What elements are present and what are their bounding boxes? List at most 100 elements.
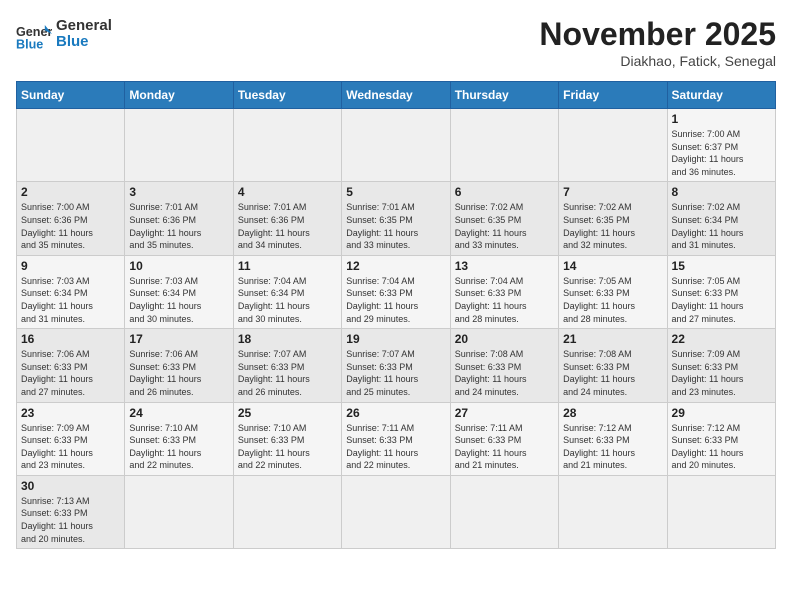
day-info: Sunrise: 7:03 AM Sunset: 6:34 PM Dayligh… — [129, 275, 228, 325]
day-header-thursday: Thursday — [450, 82, 558, 109]
calendar-cell: 25 Sunrise: 7:10 AM Sunset: 6:33 PM Dayli… — [233, 402, 341, 475]
day-number: 15 — [672, 259, 771, 273]
calendar-week-6: 30 Sunrise: 7:13 AM Sunset: 6:33 PM Dayli… — [17, 475, 776, 548]
calendar-cell: 5Sunrise: 7:01 AM Sunset: 6:35 PM Daylig… — [342, 182, 450, 255]
calendar-cell: 26Sunrise: 7:11 AM Sunset: 6:33 PM Dayli… — [342, 402, 450, 475]
day-info: Sunrise: 7:01 AM Sunset: 6:36 PM Dayligh… — [238, 201, 337, 251]
day-info: Sunrise: 7:12 AM Sunset: 6:33 PM Dayligh… — [672, 422, 771, 472]
day-info: Sunrise: 7:05 AM Sunset: 6:33 PM Dayligh… — [563, 275, 662, 325]
day-info: Sunrise: 7:05 AM Sunset: 6:33 PM Dayligh… — [672, 275, 771, 325]
calendar-cell: 6 Sunrise: 7:02 AM Sunset: 6:35 PM Daylig… — [450, 182, 558, 255]
day-info: Sunrise: 7:00 AM Sunset: 6:36 PM Dayligh… — [21, 201, 120, 251]
day-info: Sunrise: 7:11 AM Sunset: 6:33 PM Dayligh… — [455, 422, 554, 472]
day-header-sunday: Sunday — [17, 82, 125, 109]
calendar-cell: 30 Sunrise: 7:13 AM Sunset: 6:33 PM Dayli… — [17, 475, 125, 548]
calendar-cell: 29Sunrise: 7:12 AM Sunset: 6:33 PM Dayli… — [667, 402, 775, 475]
day-number: 2 — [21, 185, 120, 199]
calendar-cell — [17, 109, 125, 182]
calendar-cell — [233, 109, 341, 182]
calendar-cell: 13Sunrise: 7:04 AM Sunset: 6:33 PM Dayli… — [450, 255, 558, 328]
logo: General Blue General Blue — [16, 16, 112, 52]
calendar-cell: 16 Sunrise: 7:06 AM Sunset: 6:33 PM Dayli… — [17, 329, 125, 402]
day-info: Sunrise: 7:00 AM Sunset: 6:37 PM Dayligh… — [672, 128, 771, 178]
day-number: 27 — [455, 406, 554, 420]
logo-blue-text: Blue — [56, 34, 112, 51]
day-info: Sunrise: 7:13 AM Sunset: 6:33 PM Dayligh… — [21, 495, 120, 545]
calendar-cell: 21Sunrise: 7:08 AM Sunset: 6:33 PM Dayli… — [559, 329, 667, 402]
calendar-cell: 19 Sunrise: 7:07 AM Sunset: 6:33 PM Dayli… — [342, 329, 450, 402]
day-info: Sunrise: 7:04 AM Sunset: 6:34 PM Dayligh… — [238, 275, 337, 325]
day-info: Sunrise: 7:10 AM Sunset: 6:33 PM Dayligh… — [129, 422, 228, 472]
location: Diakhao, Fatick, Senegal — [539, 53, 776, 69]
calendar-cell: 27 Sunrise: 7:11 AM Sunset: 6:33 PM Dayli… — [450, 402, 558, 475]
calendar-cell: 10 Sunrise: 7:03 AM Sunset: 6:34 PM Dayli… — [125, 255, 233, 328]
calendar-week-1: 1 Sunrise: 7:00 AM Sunset: 6:37 PM Daylig… — [17, 109, 776, 182]
day-info: Sunrise: 7:07 AM Sunset: 6:33 PM Dayligh… — [346, 348, 445, 398]
calendar-cell: 17Sunrise: 7:06 AM Sunset: 6:33 PM Dayli… — [125, 329, 233, 402]
calendar-body: 1 Sunrise: 7:00 AM Sunset: 6:37 PM Daylig… — [17, 109, 776, 549]
day-header-wednesday: Wednesday — [342, 82, 450, 109]
day-info: Sunrise: 7:02 AM Sunset: 6:35 PM Dayligh… — [455, 201, 554, 251]
day-info: Sunrise: 7:11 AM Sunset: 6:33 PM Dayligh… — [346, 422, 445, 472]
day-number: 17 — [129, 332, 228, 346]
day-number: 22 — [672, 332, 771, 346]
day-number: 9 — [21, 259, 120, 273]
day-number: 10 — [129, 259, 228, 273]
logo-icon: General Blue — [16, 16, 52, 52]
day-info: Sunrise: 7:10 AM Sunset: 6:33 PM Dayligh… — [238, 422, 337, 472]
day-number: 3 — [129, 185, 228, 199]
day-info: Sunrise: 7:06 AM Sunset: 6:33 PM Dayligh… — [21, 348, 120, 398]
calendar-cell: 18Sunrise: 7:07 AM Sunset: 6:33 PM Dayli… — [233, 329, 341, 402]
calendar-cell: 11Sunrise: 7:04 AM Sunset: 6:34 PM Dayli… — [233, 255, 341, 328]
calendar-cell — [125, 109, 233, 182]
calendar-cell: 8 Sunrise: 7:02 AM Sunset: 6:34 PM Daylig… — [667, 182, 775, 255]
calendar-week-4: 16 Sunrise: 7:06 AM Sunset: 6:33 PM Dayli… — [17, 329, 776, 402]
day-header-tuesday: Tuesday — [233, 82, 341, 109]
day-info: Sunrise: 7:03 AM Sunset: 6:34 PM Dayligh… — [21, 275, 120, 325]
day-number: 25 — [238, 406, 337, 420]
calendar-cell: 3Sunrise: 7:01 AM Sunset: 6:36 PM Daylig… — [125, 182, 233, 255]
calendar-cell — [450, 475, 558, 548]
calendar-cell — [450, 109, 558, 182]
month-title: November 2025 — [539, 16, 776, 53]
calendar-cell: 9 Sunrise: 7:03 AM Sunset: 6:34 PM Daylig… — [17, 255, 125, 328]
day-info: Sunrise: 7:12 AM Sunset: 6:33 PM Dayligh… — [563, 422, 662, 472]
day-info: Sunrise: 7:01 AM Sunset: 6:35 PM Dayligh… — [346, 201, 445, 251]
day-number: 23 — [21, 406, 120, 420]
day-number: 12 — [346, 259, 445, 273]
calendar-cell: 1 Sunrise: 7:00 AM Sunset: 6:37 PM Daylig… — [667, 109, 775, 182]
calendar-cell — [233, 475, 341, 548]
day-number: 20 — [455, 332, 554, 346]
day-number: 8 — [672, 185, 771, 199]
day-number: 21 — [563, 332, 662, 346]
day-number: 19 — [346, 332, 445, 346]
day-number: 16 — [21, 332, 120, 346]
day-info: Sunrise: 7:02 AM Sunset: 6:34 PM Dayligh… — [672, 201, 771, 251]
day-info: Sunrise: 7:08 AM Sunset: 6:33 PM Dayligh… — [455, 348, 554, 398]
calendar-table: SundayMondayTuesdayWednesdayThursdayFrid… — [16, 81, 776, 549]
calendar-cell — [125, 475, 233, 548]
calendar-week-5: 23Sunrise: 7:09 AM Sunset: 6:33 PM Dayli… — [17, 402, 776, 475]
calendar-cell: 12Sunrise: 7:04 AM Sunset: 6:33 PM Dayli… — [342, 255, 450, 328]
calendar-cell: 22 Sunrise: 7:09 AM Sunset: 6:33 PM Dayli… — [667, 329, 775, 402]
day-info: Sunrise: 7:02 AM Sunset: 6:35 PM Dayligh… — [563, 201, 662, 251]
calendar-cell: 4Sunrise: 7:01 AM Sunset: 6:36 PM Daylig… — [233, 182, 341, 255]
day-number: 24 — [129, 406, 228, 420]
calendar-cell — [667, 475, 775, 548]
day-number: 14 — [563, 259, 662, 273]
calendar-cell: 28 Sunrise: 7:12 AM Sunset: 6:33 PM Dayli… — [559, 402, 667, 475]
calendar-cell — [559, 475, 667, 548]
calendar-cell: 15 Sunrise: 7:05 AM Sunset: 6:33 PM Dayli… — [667, 255, 775, 328]
svg-text:Blue: Blue — [16, 37, 43, 51]
day-number: 30 — [21, 479, 120, 493]
day-header-monday: Monday — [125, 82, 233, 109]
day-number: 28 — [563, 406, 662, 420]
calendar-week-3: 9 Sunrise: 7:03 AM Sunset: 6:34 PM Daylig… — [17, 255, 776, 328]
calendar-cell — [342, 475, 450, 548]
page-header: General Blue General Blue November 2025 … — [16, 16, 776, 69]
day-header-friday: Friday — [559, 82, 667, 109]
day-number: 1 — [672, 112, 771, 126]
day-info: Sunrise: 7:09 AM Sunset: 6:33 PM Dayligh… — [672, 348, 771, 398]
day-number: 6 — [455, 185, 554, 199]
logo-general-text: General — [56, 18, 112, 35]
